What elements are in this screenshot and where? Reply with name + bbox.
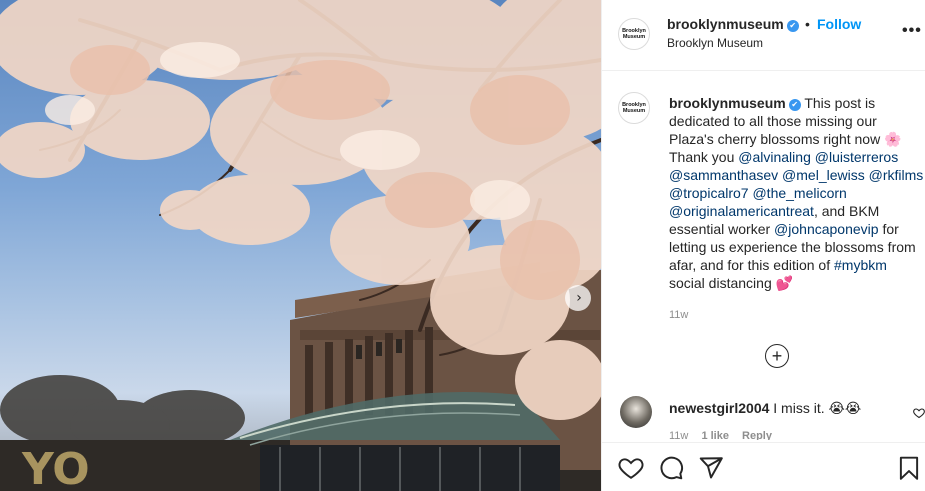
cherry-blossom-museum-image: YO [0,0,601,491]
verified-badge-icon: ✔ [786,20,799,32]
mention-link[interactable]: @mel_lewiss [782,167,865,183]
comment-meta: 11w 1 like Reply [669,430,772,440]
comment-text: I miss it. 😭😭 [773,400,862,416]
more-options-icon[interactable]: ••• [902,22,922,40]
next-photo-button[interactable]: › [565,285,591,311]
caption-username[interactable]: brooklynmuseum [669,95,786,111]
instagram-post: YO › Brooklyn Museum brooklynmuseum ✔ • Fo… [0,0,925,491]
comment-likes[interactable]: 1 like [701,430,729,440]
caption-avatar[interactable]: Brooklyn Museum [618,92,650,124]
verified-badge-icon: ✔ [788,99,801,111]
mention-link[interactable]: @sammanthasev [669,167,778,183]
commenter-username[interactable]: newestgirl2004 [669,400,769,416]
comment-bubble-icon[interactable] [658,455,684,481]
caption-text: social distancing 💕 [669,275,794,291]
comment-reply-button[interactable]: Reply [742,430,772,440]
chevron-right-icon: › [576,290,582,306]
mention-link[interactable]: @originalamericantreat [669,203,814,219]
yo-sculpture-text: YO [21,444,90,491]
comment-like-heart-icon[interactable] [913,407,925,419]
like-heart-icon[interactable] [618,455,644,481]
mention-link[interactable]: @the_melicorn [752,185,846,201]
plus-icon: + [771,345,783,366]
post-photo[interactable]: YO › [0,0,601,491]
comment-time[interactable]: 11w [669,430,688,440]
mention-link[interactable]: @rkfilms [869,167,924,183]
mention-link[interactable]: @tropicalro7 [669,185,749,201]
brooklyn-museum-logo: Brooklyn Museum [622,102,646,114]
mention-link[interactable]: @luisterreros [815,149,898,165]
username-link[interactable]: brooklynmuseum ✔ [667,16,799,32]
post-caption: brooklynmuseum ✔ This post is dedicated t… [669,94,925,324]
commenter-avatar[interactable] [620,396,652,428]
mention-link[interactable]: @alvinaling [738,149,811,165]
separator-dot: • [805,16,810,32]
location-link[interactable]: Brooklyn Museum [667,36,763,50]
mention-link[interactable]: @johncaponevip [774,221,879,237]
comment: newestgirl2004 I miss it. 😭😭 [669,400,861,417]
follow-button[interactable]: Follow [817,16,861,32]
post-header: Brooklyn Museum brooklynmuseum ✔ • Follow … [602,0,925,71]
save-bookmark-icon[interactable] [896,455,922,481]
avatar[interactable]: Brooklyn Museum [618,18,650,50]
share-paper-plane-icon[interactable] [698,455,724,481]
brooklyn-museum-logo: Brooklyn Museum [622,28,646,40]
caption-timestamp[interactable]: 11w [669,306,925,324]
post-details-panel: Brooklyn Museum brooklynmuseum ✔ • Follow … [601,0,925,491]
hashtag-link[interactable]: #mybkm [834,257,887,273]
username[interactable]: brooklynmuseum [667,16,784,32]
action-bar [602,442,925,491]
load-more-comments-button[interactable]: + [765,344,789,368]
